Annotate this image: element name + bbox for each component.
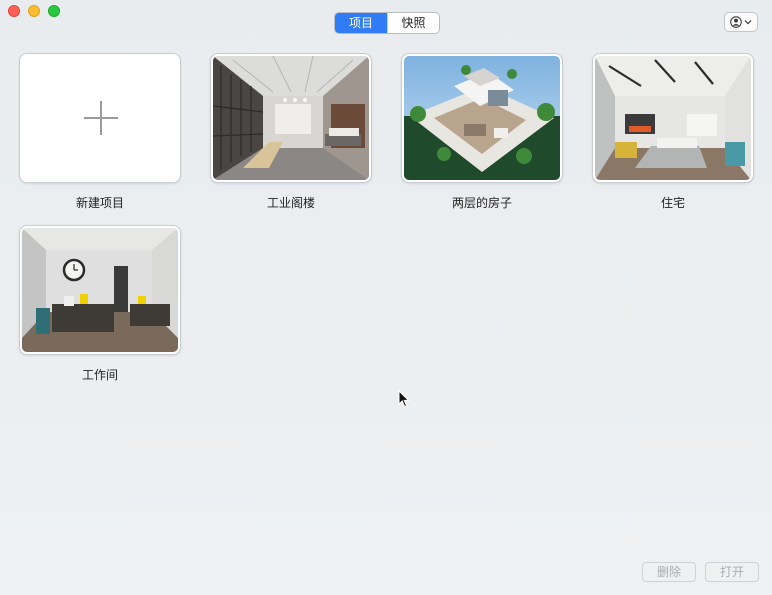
window-controls — [8, 5, 60, 17]
project-browser-window: 项目 快照 新建项目 工业阁楼 两层的房子 住宅 工作间 删除 打开 — [0, 0, 772, 595]
tab-snapshots[interactable]: 快照 — [387, 13, 439, 33]
project-card-office[interactable]: 工作间 — [20, 226, 180, 383]
project-card-house[interactable]: 两层的房子 — [402, 54, 562, 211]
view-segmented-control: 项目 快照 — [334, 12, 440, 34]
project-label-new: 新建项目 — [75, 196, 124, 210]
chevron-down-icon — [744, 20, 752, 25]
open-button[interactable]: 打开 — [705, 562, 759, 582]
user-icon — [730, 16, 742, 28]
account-menu-button[interactable] — [724, 12, 758, 32]
house-render-image — [404, 56, 560, 180]
minimize-window-button[interactable] — [28, 5, 40, 17]
project-thumbnail-office[interactable] — [20, 226, 180, 354]
project-label-office: 工作间 — [81, 368, 118, 382]
project-label-loft: 工业阁楼 — [266, 196, 315, 210]
project-label-residence: 住宅 — [660, 196, 685, 210]
project-thumbnail-residence[interactable] — [593, 54, 753, 182]
office-render-image — [22, 228, 178, 352]
zoom-window-button[interactable] — [48, 5, 60, 17]
project-label-house: 两层的房子 — [451, 196, 512, 210]
new-project-card[interactable]: 新建项目 — [20, 54, 180, 211]
project-thumbnail-house[interactable] — [402, 54, 562, 182]
project-thumbnail-loft[interactable] — [211, 54, 371, 182]
loft-render-image — [213, 56, 369, 180]
mouse-cursor-icon — [398, 390, 410, 408]
close-window-button[interactable] — [8, 5, 20, 17]
project-card-residence[interactable]: 住宅 — [593, 54, 753, 211]
residence-render-image — [595, 56, 751, 180]
delete-button[interactable]: 删除 — [642, 562, 696, 582]
project-card-loft[interactable]: 工业阁楼 — [211, 54, 371, 211]
tab-projects[interactable]: 项目 — [335, 13, 387, 33]
new-project-thumbnail[interactable] — [20, 54, 180, 182]
